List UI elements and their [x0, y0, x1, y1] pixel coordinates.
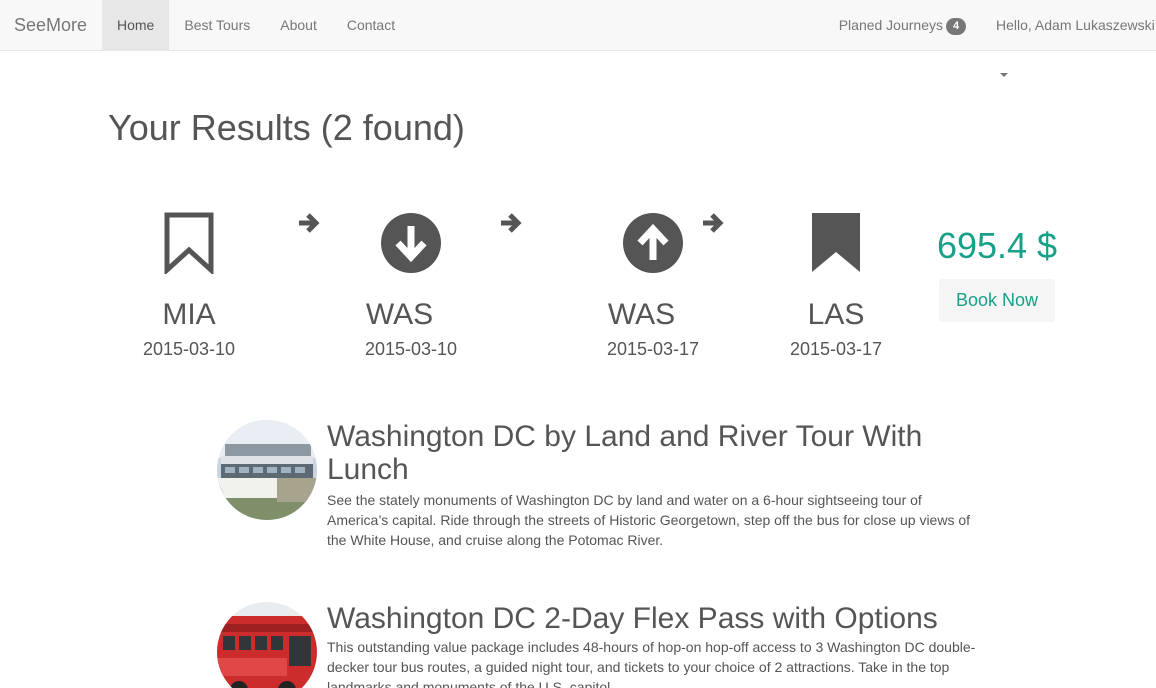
- brand-logo[interactable]: SeeMore: [14, 14, 87, 36]
- stop-code: WAS: [607, 298, 676, 331]
- itinerary-stop-origin: MIA 2015-03-10: [109, 212, 269, 360]
- nav-contact[interactable]: Contact: [332, 0, 410, 50]
- boat-photo: [217, 420, 317, 520]
- journeys-count-badge: 4: [946, 18, 966, 35]
- planned-journeys-link[interactable]: Planed Journeys 4: [824, 0, 981, 50]
- tour-body: Washington DC 2-Day Flex Pass with Optio…: [327, 602, 977, 688]
- stop-date: 2015-03-17: [789, 339, 883, 359]
- bus-photo: [217, 602, 317, 688]
- nav-best-tours[interactable]: Best Tours: [169, 0, 265, 50]
- tour-description: See the stately monuments of Washington …: [327, 492, 971, 548]
- arrow-circle-up-icon: [623, 213, 683, 273]
- user-nav: Planed Journeys 4 Hello, Adam Lukaszewski: [824, 0, 1156, 77]
- user-menu-dropdown[interactable]: Hello, Adam Lukaszewski: [981, 0, 1156, 77]
- tour-title[interactable]: Washington DC 2-Day Flex Pass with Optio…: [327, 602, 977, 635]
- tour-body: Washington DC by Land and River Tour Wit…: [327, 420, 977, 550]
- book-now-button[interactable]: Book Now: [939, 279, 1055, 322]
- user-greeting: Hello, Adam Lukaszewski: [996, 17, 1155, 33]
- arrow-right-icon: [299, 213, 320, 233]
- arrow-circle-down-icon: [381, 213, 441, 273]
- stop-code: LAS: [807, 298, 865, 331]
- tour-title[interactable]: Washington DC by Land and River Tour Wit…: [327, 420, 977, 486]
- stop-date: 2015-03-17: [606, 339, 700, 359]
- bookmark-solid-icon: [812, 213, 860, 272]
- itinerary-stop-destination: LAS 2015-03-17: [756, 212, 916, 360]
- arrow-right-icon: [501, 213, 522, 233]
- stop-date: 2015-03-10: [142, 339, 236, 359]
- tour-card[interactable]: Washington DC 2-Day Flex Pass with Optio…: [217, 602, 977, 688]
- stop-code: WAS: [365, 298, 434, 331]
- planned-journeys-label: Planed Journeys: [838, 17, 943, 33]
- nav-about[interactable]: About: [265, 0, 332, 50]
- top-navbar: SeeMore Home Best Tours About Contact Pl…: [0, 0, 1156, 77]
- tour-description: This outstanding value package includes …: [327, 639, 976, 688]
- tour-card[interactable]: Washington DC by Land and River Tour Wit…: [217, 420, 977, 560]
- tour-thumbnail-boat[interactable]: [217, 420, 317, 520]
- stop-code: MIA: [162, 298, 216, 331]
- caret-down-icon: [1000, 73, 1008, 77]
- bookmark-outline-icon: [164, 212, 214, 274]
- page-title: Your Results (2 found): [108, 107, 465, 148]
- trip-price: 695.4 $: [936, 225, 1058, 266]
- main-nav: Home Best Tours About Contact: [102, 0, 410, 50]
- nav-home[interactable]: Home: [102, 0, 170, 50]
- stop-date: 2015-03-10: [364, 339, 458, 359]
- tour-thumbnail-bus[interactable]: [217, 602, 317, 688]
- itinerary-stop-arrival: WAS 2015-03-10: [331, 212, 491, 360]
- arrow-right-icon: [703, 213, 724, 233]
